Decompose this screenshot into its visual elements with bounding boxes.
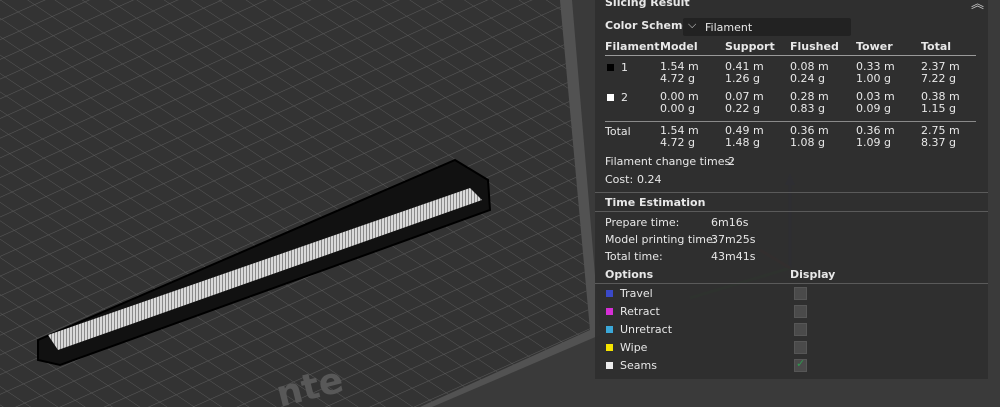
retract-color-swatch: [606, 308, 613, 315]
seams-color-swatch: [606, 362, 613, 369]
cost-value: 0.24: [637, 173, 662, 186]
model-printing-time-value: 37m25s: [711, 233, 756, 246]
seams-display-checkbox[interactable]: ✓: [794, 357, 807, 372]
time-estimation-title: Time Estimation: [605, 196, 706, 209]
checkmark-icon: ✓: [796, 357, 806, 370]
col-header-model: Model: [660, 40, 698, 53]
section-divider: [595, 211, 988, 212]
option-seams-label: Seams: [620, 359, 657, 372]
filament-change-value: 2: [728, 155, 735, 168]
row2-tower-weight: 0.09 g: [856, 102, 891, 115]
option-wipe-label: Wipe: [620, 341, 648, 354]
filament-2-id: 2: [621, 91, 628, 104]
option-retract-label: Retract: [620, 305, 660, 318]
col-header-support: Support: [725, 40, 775, 53]
chevron-down-icon: ⌵: [688, 18, 697, 31]
option-unretract-label: Unretract: [620, 323, 673, 336]
retract-display-checkbox[interactable]: [794, 305, 807, 318]
col-header-filament: Filament: [605, 40, 660, 53]
row2-flushed-weight: 0.83 g: [790, 102, 825, 115]
color-scheme-label: Color Scheme: [605, 19, 690, 32]
travel-display-checkbox[interactable]: [794, 287, 807, 300]
total-time-label: Total time:: [605, 250, 663, 263]
row2-support-weight: 0.22 g: [725, 102, 760, 115]
prepare-time-value: 6m16s: [711, 216, 749, 229]
filament-1-swatch: [607, 64, 614, 71]
total-time-value: 43m41s: [711, 250, 756, 263]
prepare-time-label: Prepare time:: [605, 216, 680, 229]
col-header-total: Total: [921, 40, 952, 53]
color-scheme-select[interactable]: ⌵ Filament: [683, 18, 851, 36]
option-travel-label: Travel: [620, 287, 653, 300]
section-divider: [595, 283, 988, 284]
slicing-result-panel: Slicing Result ︽ Color Scheme ⌵ Filament…: [595, 0, 988, 379]
unretract-color-swatch: [606, 326, 613, 333]
filament-2-swatch: [607, 94, 614, 101]
color-scheme-value: Filament: [705, 21, 753, 34]
cost-label: Cost:: [605, 173, 634, 186]
total-row-label: Total: [605, 125, 631, 138]
double-chevron-up-icon[interactable]: ︽: [971, 0, 984, 12]
panel-title: Slicing Result: [605, 0, 690, 9]
total-total-weight: 8.37 g: [921, 136, 956, 149]
display-title: Display: [790, 268, 836, 281]
row1-total-weight: 7.22 g: [921, 72, 956, 85]
row1-support-weight: 1.26 g: [725, 72, 760, 85]
row1-flushed-weight: 0.24 g: [790, 72, 825, 85]
model-printing-time-label: Model printing time:: [605, 233, 717, 246]
filament-1-id: 1: [621, 61, 628, 74]
table-divider: [605, 55, 976, 56]
row1-model-weight: 4.72 g: [660, 72, 695, 85]
travel-color-swatch: [606, 290, 613, 297]
wipe-color-swatch: [606, 344, 613, 351]
row1-tower-weight: 1.00 g: [856, 72, 891, 85]
total-tower-weight: 1.09 g: [856, 136, 891, 149]
row2-total-weight: 1.15 g: [921, 102, 956, 115]
col-header-flushed: Flushed: [790, 40, 839, 53]
options-title: Options: [605, 268, 654, 281]
unretract-display-checkbox[interactable]: [794, 323, 807, 336]
section-divider: [595, 192, 988, 193]
total-divider: [605, 121, 976, 122]
total-model-weight: 4.72 g: [660, 136, 695, 149]
row2-model-weight: 0.00 g: [660, 102, 695, 115]
total-flushed-weight: 1.08 g: [790, 136, 825, 149]
col-header-tower: Tower: [856, 40, 893, 53]
total-support-weight: 1.48 g: [725, 136, 760, 149]
wipe-display-checkbox[interactable]: [794, 341, 807, 354]
filament-change-label: Filament change times:: [605, 155, 734, 168]
